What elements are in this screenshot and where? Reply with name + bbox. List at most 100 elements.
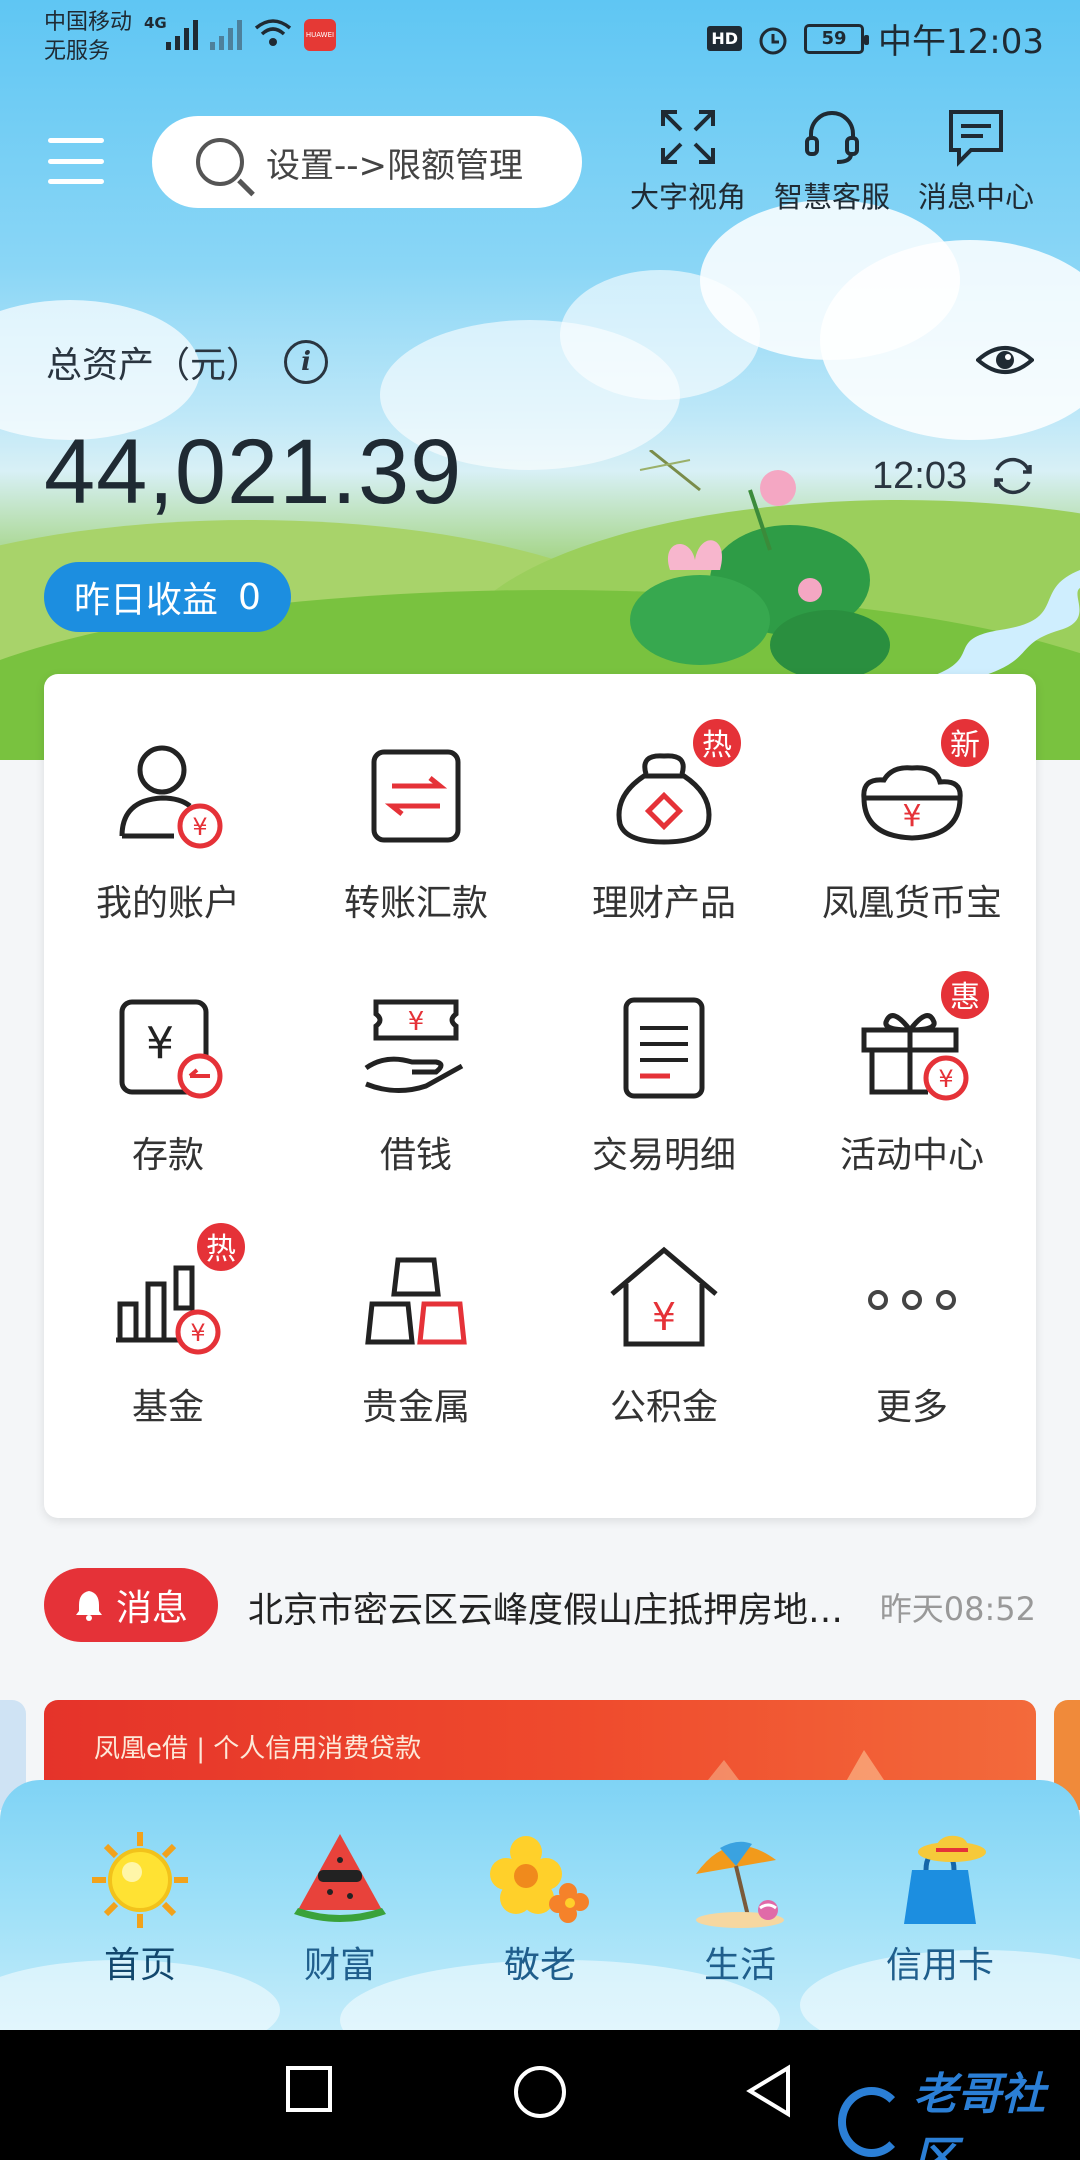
expand-icon (661, 110, 715, 164)
transfer-icon (371, 749, 461, 843)
grid-item-currency-treasure[interactable]: ¥ 新 凤凰货币宝 (788, 674, 1036, 924)
grid-item-label: 转账汇款 (343, 883, 488, 924)
grid-item-deposit[interactable]: ¥ 存款 (44, 926, 292, 1176)
svg-text:¥: ¥ (652, 1295, 676, 1339)
home-circle-icon[interactable] (512, 2064, 568, 2120)
svg-text:¥: ¥ (192, 813, 207, 841)
watermelon-icon (294, 1834, 386, 1922)
tab-life-label: 生活 (703, 1945, 776, 1986)
sun-icon (92, 1832, 188, 1928)
svg-text:¥: ¥ (408, 1007, 425, 1037)
signal-secondary-icon (210, 18, 242, 50)
grid-item-transaction-detail[interactable]: 交易明细 (540, 926, 788, 1176)
grid-item-precious-metals[interactable]: 贵金属 (292, 1178, 540, 1428)
search-placeholder: 设置-->限额管理 (266, 145, 524, 186)
total-assets-title: 总资产（元） (46, 345, 263, 386)
watermark-logo: 老哥社区 (838, 2058, 1080, 2160)
grid-item-label: 贵金属 (361, 1387, 470, 1428)
svg-text:¥: ¥ (938, 1065, 953, 1093)
eye-icon[interactable] (976, 342, 1034, 378)
message-pill[interactable]: 消息 (44, 1568, 218, 1642)
bottom-tab-bar: 首页 财富 敬老 生活 信用卡 (0, 1780, 1080, 2030)
house-fund-icon: ¥ (610, 1246, 718, 1347)
grid-item-fund[interactable]: ¥ 热 基金 (44, 1178, 292, 1428)
hot-badge: 热 (690, 716, 744, 770)
watermark-text: 老哥社区 (913, 2069, 1046, 2160)
message-icon (949, 110, 1003, 167)
grid-item-loan[interactable]: ¥ 借钱 (292, 926, 540, 1176)
status-right: HD 59 中午12:03 (707, 14, 1044, 63)
grid-item-my-account[interactable]: ¥ 我的账户 (44, 674, 292, 924)
search-bar[interactable]: 设置-->限额管理 (152, 116, 582, 208)
tab-home-label: 首页 (103, 1945, 176, 1986)
grid-item-housing-fund[interactable]: ¥ 公积金 (540, 1178, 788, 1428)
network-type: 4G (144, 14, 167, 32)
hot-badge: 热 (194, 1220, 248, 1274)
grid-item-label: 我的账户 (95, 883, 240, 924)
grid-item-label: 基金 (131, 1387, 204, 1428)
customer-service-label: 智慧客服 (773, 180, 890, 214)
transaction-detail-icon (623, 997, 705, 1099)
carrier-service: 无服务 (44, 39, 111, 64)
loan-icon: ¥ (364, 999, 464, 1093)
refresh-control[interactable]: 12:03 (872, 452, 1037, 500)
message-time: 昨天08:52 (879, 1590, 1036, 1628)
clock: 中午12:03 (878, 22, 1044, 62)
more-dots-icon (868, 1290, 956, 1310)
tab-elderly-label: 敬老 (503, 1945, 576, 1986)
search-icon (196, 138, 244, 186)
signal-icon (166, 18, 198, 50)
grid-item-transfer[interactable]: 转账汇款 (292, 674, 540, 924)
svg-text:¥: ¥ (902, 799, 921, 834)
refresh-icon (994, 457, 1032, 495)
app-notification-icon: HUAWEI (304, 19, 336, 51)
carrier-info: 中国移动 无服务 (44, 8, 132, 66)
back-triangle-icon[interactable] (744, 2064, 794, 2118)
message-pill-label: 消息 (115, 1588, 188, 1629)
battery-icon: 59 (804, 23, 870, 54)
yesterday-earnings-label: 昨日收益 (74, 580, 219, 621)
beach-umbrella-icon (696, 1841, 784, 1928)
grid-item-label: 更多 (875, 1387, 948, 1428)
hd-icon: HD (707, 26, 743, 51)
gold-bars-icon (365, 1257, 467, 1345)
message-center-label: 消息中心 (917, 180, 1034, 214)
customer-service-button[interactable]: 智慧客服 (762, 106, 902, 216)
tab-wealth[interactable]: 财富 (250, 1830, 430, 1988)
total-assets-label: 总资产（元） i (46, 336, 329, 388)
refresh-time: 12:03 (872, 454, 968, 497)
status-bar: 中国移动 无服务 4G HUAWEI HD 59 中午12:03 (0, 0, 1080, 72)
alarm-icon (759, 27, 787, 54)
tab-life[interactable]: 生活 (650, 1830, 830, 1988)
tab-home[interactable]: 首页 (50, 1830, 230, 1988)
carrier-name: 中国移动 (44, 10, 133, 35)
yesterday-earnings[interactable]: 昨日收益 0 (44, 562, 291, 632)
menu-button[interactable] (48, 138, 104, 184)
message-center-button[interactable]: 消息中心 (906, 106, 1046, 216)
account-icon: ¥ (119, 745, 223, 849)
feature-grid-card: ¥ 我的账户 转账汇款 热 理财产品 ¥ 新 凤凰货币宝 ¥ 存款 ¥ 借钱 交… (44, 674, 1036, 1518)
svg-text:¥: ¥ (146, 1018, 174, 1069)
grid-item-activity-center[interactable]: ¥ 惠 活动中心 (788, 926, 1036, 1176)
deposit-icon: ¥ (119, 999, 223, 1099)
grid-item-label: 交易明细 (591, 1135, 736, 1176)
info-icon[interactable]: i (284, 340, 329, 384)
tab-credit-card[interactable]: 信用卡 (850, 1830, 1030, 1988)
svg-text:¥: ¥ (190, 1319, 205, 1347)
large-text-mode-button[interactable]: 大字视角 (618, 106, 758, 216)
recent-apps-icon[interactable] (284, 2064, 334, 2114)
watermark-emblem-icon (838, 2087, 906, 2157)
message-text[interactable]: 北京市密云区云峰度假山庄抵押房地… (248, 1582, 868, 1633)
grid-item-label: 凤凰货币宝 (821, 883, 1002, 924)
yesterday-earnings-value: 0 (238, 576, 261, 618)
grid-item-more[interactable]: 更多 (788, 1178, 1036, 1428)
grid-item-wealth-products[interactable]: 热 理财产品 (540, 674, 788, 924)
tab-wealth-label: 财富 (303, 1945, 376, 1986)
wifi-icon (254, 19, 292, 46)
tab-elderly[interactable]: 敬老 (450, 1830, 630, 1988)
grid-item-label: 活动中心 (839, 1135, 984, 1176)
discount-badge: 惠 (938, 968, 992, 1022)
new-badge: 新 (938, 716, 992, 770)
shopping-bag-icon (904, 1835, 986, 1924)
tab-credit-card-label: 信用卡 (885, 1945, 994, 1986)
